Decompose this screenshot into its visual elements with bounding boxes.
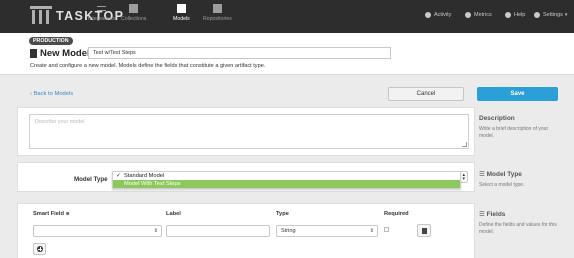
plus-circle-icon [37,246,43,252]
chevron-left-icon: ‹ [30,91,32,97]
model-type-side-title: ☰ Model Type [479,170,522,178]
nav-settings[interactable]: Settings ▾ [534,12,567,18]
page-header: PRODUCTION New Model Create and configur… [0,33,574,75]
page-title: New Model [40,48,90,59]
nav-integrations[interactable]: Integrations [88,4,115,22]
nav-models[interactable]: Models [173,4,190,22]
model-type-side-text: Select a model type. [479,182,525,188]
gear-icon [534,12,540,18]
fields-side-text: Define the fields and values for this mo… [479,222,557,235]
repositories-icon [212,4,222,13]
chevron-down-icon: ▾ [564,12,568,18]
description-side-title: Description [479,115,515,122]
description-side-text: Write a brief description of your model. [479,126,549,139]
nav-label: Models [173,16,190,22]
col-label: Label [166,211,181,217]
dashboard-icon [465,12,471,18]
nav-help-label: Help [514,12,526,18]
help-icon [505,12,511,18]
fields-side-title: ☰ Fields [479,210,505,218]
model-type-dropdown: ✓ Standard Model Model With Test Steps [112,171,461,189]
col-required: Required [384,211,409,217]
models-icon [176,4,186,13]
resize-handle-icon[interactable] [462,142,467,147]
select-arrows-icon: ⇕ [153,228,158,234]
list-icon: ☰ [479,171,485,178]
col-smart-field: Smart Field ⊕ [33,211,70,217]
integrations-icon [97,4,107,13]
save-button[interactable]: Save [477,87,558,101]
add-field-button[interactable] [33,243,46,255]
option-standard-model[interactable]: ✓ Standard Model [113,172,460,180]
back-link-label: Back to Models [33,91,74,97]
col-smart-field-label: Smart Field [33,211,64,217]
fields-side-title-text: Fields [486,211,506,218]
nav-metrics[interactable]: Metrics [465,12,492,18]
nav-activity[interactable]: Activity [425,12,451,18]
model-name-input[interactable] [88,47,391,59]
nav-settings-label: Settings [543,12,563,18]
page-subtitle: Create and configure a new model. Models… [30,63,266,69]
nav-help[interactable]: Help [505,12,525,18]
col-type: Type [276,211,289,217]
list-icon: ☰ [479,211,485,218]
required-checkbox[interactable] [384,227,389,232]
environment-badge: PRODUCTION [29,37,73,45]
cancel-button[interactable]: Cancel [388,87,464,101]
model-type-label: Model Type [74,176,108,183]
nav-label: Collections [121,16,147,22]
trash-icon [422,228,427,234]
type-select[interactable]: String ⇕ [276,225,378,237]
option-label: Model With Test Steps [124,181,181,187]
info-icon[interactable]: ⊕ [66,211,70,217]
select-arrows-icon: ▴ ▾ [462,172,465,182]
top-navbar: TASKTOP Integrations Collections Models … [0,0,574,33]
nav-activity-label: Activity [434,12,452,18]
nav-collections[interactable]: Collections [121,4,146,22]
label-input[interactable] [166,225,270,237]
back-to-models-link[interactable]: ‹ Back to Models [30,91,73,97]
nav-label: Integrations [88,16,116,22]
document-icon [30,49,37,58]
collections-icon [129,4,139,13]
type-value: String [281,228,296,234]
model-type-side-title-text: Model Type [486,171,522,178]
checkmark-icon: ✓ [116,173,121,179]
nav-repositories[interactable]: Repositories [203,4,232,22]
bell-icon [425,12,431,18]
description-textarea[interactable]: Describe your model [29,114,469,149]
logo-icon [30,6,52,26]
nav-label: Repositories [203,16,232,22]
option-model-with-test-steps[interactable]: Model With Test Steps [113,180,460,188]
option-label: Standard Model [124,173,165,179]
select-arrows-icon: ⇕ [369,228,374,234]
delete-field-button[interactable] [417,224,431,237]
description-placeholder: Describe your model [35,119,85,125]
smart-field-select[interactable]: ⇕ [33,225,162,237]
nav-metrics-label: Metrics [474,12,492,18]
